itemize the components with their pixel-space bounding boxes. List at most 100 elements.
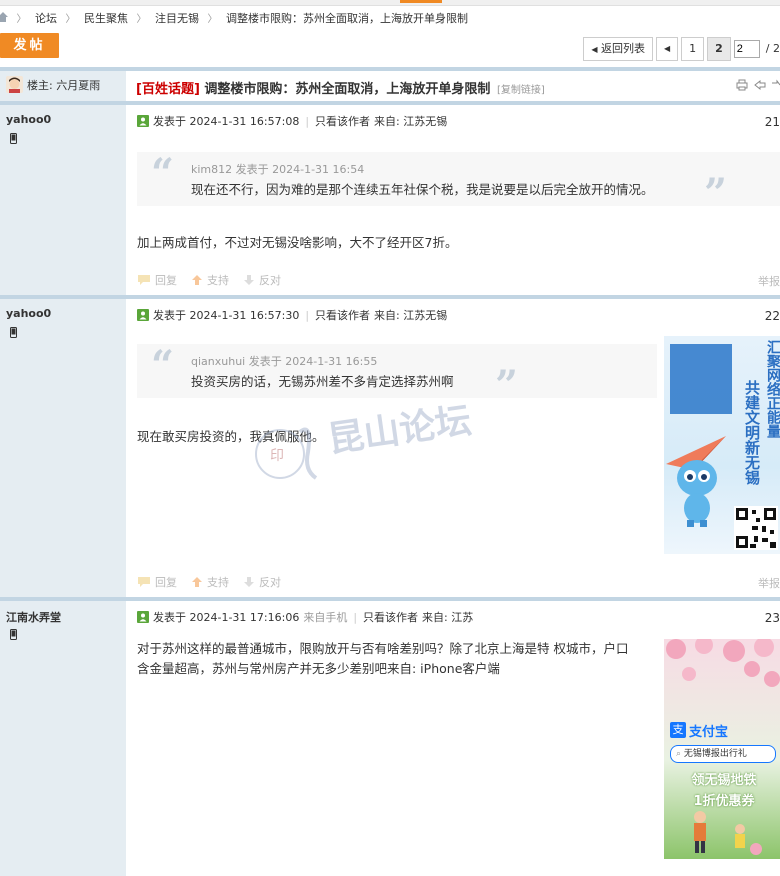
post-time: 发表于 2024-1-31 17:16:06 xyxy=(153,611,300,624)
top-strip xyxy=(0,0,780,6)
post-author[interactable]: yahoo0 xyxy=(6,307,51,320)
home-icon[interactable] xyxy=(0,12,8,22)
quote-text: 投资买房的话，无锡苏州差不多肯定选择苏州啊 xyxy=(191,374,454,389)
breadcrumb-separator: 〉 xyxy=(207,14,218,25)
reply-label: 回复 xyxy=(155,274,177,287)
search-icon: ⌕ xyxy=(676,749,682,759)
post-22: yahoo0 发表于 2024-1-31 16:57:30 | 只看该作者 来自… xyxy=(0,299,780,597)
breadcrumb-item-thread[interactable]: 调整楼市限购：苏州全面取消，上海放开单身限制 xyxy=(226,10,468,28)
report-link[interactable]: 举报 xyxy=(758,575,780,591)
reply-button[interactable]: 回复 xyxy=(137,574,177,590)
ad-banner-civility[interactable]: 汇聚网络正能量 共建文明新无锡 xyxy=(664,336,780,554)
post-body-line: 对于苏州这样的最普通城市，限购放开与否有啥差别吗？除了北京上海是特 权城市，户口 xyxy=(137,641,629,656)
breadcrumb-item-forum[interactable]: 论坛 xyxy=(35,10,57,28)
post-author[interactable]: yahoo0 xyxy=(6,113,51,126)
support-button[interactable]: 支持 xyxy=(191,272,229,288)
breadcrumb: 〉 论坛 〉 民生聚焦 〉 注目无锡 〉 调整楼市限购：苏州全面取消，上海放开单… xyxy=(0,10,468,28)
thread-tag[interactable]: [百姓话题] xyxy=(136,82,200,97)
oppose-label: 反对 xyxy=(259,576,281,589)
page-2-button[interactable]: 2 xyxy=(707,37,731,61)
post-device[interactable]: 来自手机 xyxy=(303,609,347,625)
ad-line-2: 1折优惠券 xyxy=(693,794,755,809)
open-quote-icon: “ xyxy=(151,342,175,389)
thumbs-up-icon xyxy=(192,275,202,285)
support-label: 支持 xyxy=(207,274,229,287)
post-21: yahoo0 发表于 2024-1-31 16:57:08 | 只看该作者 来自… xyxy=(0,105,780,295)
oppose-button[interactable]: 反对 xyxy=(243,272,281,288)
oppose-label: 反对 xyxy=(259,274,281,287)
ad-brand-name: 支付宝 xyxy=(689,724,729,740)
post-author[interactable]: 江南水弄堂 xyxy=(6,609,61,625)
post-status-icon xyxy=(137,115,149,127)
quote-block: “ kim812 发表于 2024-1-31 16:54 现在还不行，因为难的是… xyxy=(137,152,780,214)
post-body: 现在敢买房投资的，我真佩服他。 xyxy=(137,429,325,444)
thumbs-up-icon xyxy=(192,577,202,587)
mobile-icon xyxy=(10,327,17,338)
post-time: 发表于 2024-1-31 16:57:08 xyxy=(153,115,300,128)
mascot-icon xyxy=(677,460,717,527)
breadcrumb-item-section[interactable]: 民生聚焦 xyxy=(84,10,128,28)
post-body-line: 含金量超高，苏州与常州房产并无多少差别吧来自: iPhone客户端 xyxy=(137,661,500,676)
page-1-button[interactable]: 1 xyxy=(681,37,705,61)
post-status-icon xyxy=(137,611,149,623)
post-location: 来自: 江苏无锡 xyxy=(374,309,448,322)
breadcrumb-separator: 〉 xyxy=(16,14,27,25)
copy-link[interactable]: [复制链接] xyxy=(497,85,545,96)
back-arrow-icon: ◀ xyxy=(591,45,598,54)
only-author-link[interactable]: 只看该作者 xyxy=(315,307,370,323)
thumbs-down-icon xyxy=(244,275,254,285)
floor-number[interactable]: 23 xyxy=(765,611,780,625)
prev-arrow-icon: ◀ xyxy=(663,44,671,53)
quote-text: 现在还不行，因为难的是那个连续五年社保个税，我是说要是以后完全放开的情况。 xyxy=(191,182,654,197)
oppose-button[interactable]: 反对 xyxy=(243,574,281,590)
meta-separator: | xyxy=(305,114,310,128)
only-author-link[interactable]: 只看该作者 xyxy=(363,609,418,625)
ad-slogan-2: 共建文明新无锡 xyxy=(743,380,761,485)
new-post-button[interactable]: 发帖 xyxy=(0,33,59,58)
back-icon[interactable] xyxy=(754,79,766,91)
qr-code-icon xyxy=(734,506,778,550)
post-time: 发表于 2024-1-31 16:57:30 xyxy=(153,309,300,322)
report-link[interactable]: 举报 xyxy=(758,273,780,289)
people-icon xyxy=(694,811,762,855)
breadcrumb-separator: 〉 xyxy=(136,14,147,25)
page-total: / 2 xyxy=(765,42,780,55)
post-actions: 回复 支持 反对 xyxy=(137,574,281,590)
breadcrumb-separator: 〉 xyxy=(65,14,76,25)
ad-slogan-1: 汇聚网络正能量 xyxy=(765,340,780,438)
page-jump-input[interactable] xyxy=(733,40,760,58)
post-location: 来自: 江苏无锡 xyxy=(374,115,448,128)
reply-icon xyxy=(138,577,150,587)
ad-search-bar: ⌕ 无锡博报出行礼 xyxy=(670,745,776,763)
post-meta: 发表于 2024-1-31 17:16:06 来自手机 | 只看该作者 来自: … xyxy=(137,609,473,625)
thread-title-text: 调整楼市限购：苏州全面取消，上海放开单身限制 xyxy=(204,82,491,97)
floor-number[interactable]: 22 xyxy=(765,309,780,323)
forward-icon[interactable] xyxy=(772,79,780,91)
thread-owner: 楼主: 六月夏雨 xyxy=(6,76,100,93)
thread-header: 楼主: 六月夏雨 [百姓话题] 调整楼市限购：苏州全面取消，上海放开单身限制 [… xyxy=(0,69,780,101)
thread-title: [百姓话题] 调整楼市限购：苏州全面取消，上海放开单身限制 [复制链接] xyxy=(136,78,545,97)
ad-banner-alipay[interactable]: 支 支付宝 ⌕ 无锡博报出行礼 领无锡地铁 1折优惠券 xyxy=(664,639,780,859)
only-author-link[interactable]: 只看该作者 xyxy=(315,113,370,129)
prev-page-button[interactable]: ◀ xyxy=(655,37,679,61)
post-body: 加上两成首付，不过对无锡没啥影响，大不了经开区7折。 xyxy=(137,235,458,250)
pagination: ◀ 返回列表 ◀ 1 2 / 2 xyxy=(583,37,780,61)
support-button[interactable]: 支持 xyxy=(191,574,229,590)
owner-label[interactable]: 楼主: 六月夏雨 xyxy=(27,77,100,93)
quote-block: “ qianxuhui 发表于 2024-1-31 16:55 投资买房的话，无… xyxy=(137,342,657,406)
post-body: 对于苏州这样的最普通城市，限购放开与否有啥差别吗？除了北京上海是特 权城市，户口… xyxy=(137,639,628,679)
breadcrumb-item-board[interactable]: 注目无锡 xyxy=(155,10,199,28)
print-icon[interactable] xyxy=(736,79,748,91)
reply-button[interactable]: 回复 xyxy=(137,272,177,288)
blossom-icon xyxy=(666,639,780,687)
ad-brand: 支 支付宝 xyxy=(670,721,729,740)
thread-tools xyxy=(736,79,780,91)
quote-author: kim812 发表于 2024-1-31 16:54 xyxy=(191,163,365,176)
owner-avatar-icon xyxy=(6,76,23,93)
meta-separator: | xyxy=(305,308,310,322)
back-to-list-button[interactable]: ◀ 返回列表 xyxy=(583,37,653,61)
meta-separator: | xyxy=(353,610,358,624)
back-to-list-label: 返回列表 xyxy=(600,42,645,55)
floor-number[interactable]: 21 xyxy=(765,115,780,129)
thumbs-down-icon xyxy=(244,577,254,587)
